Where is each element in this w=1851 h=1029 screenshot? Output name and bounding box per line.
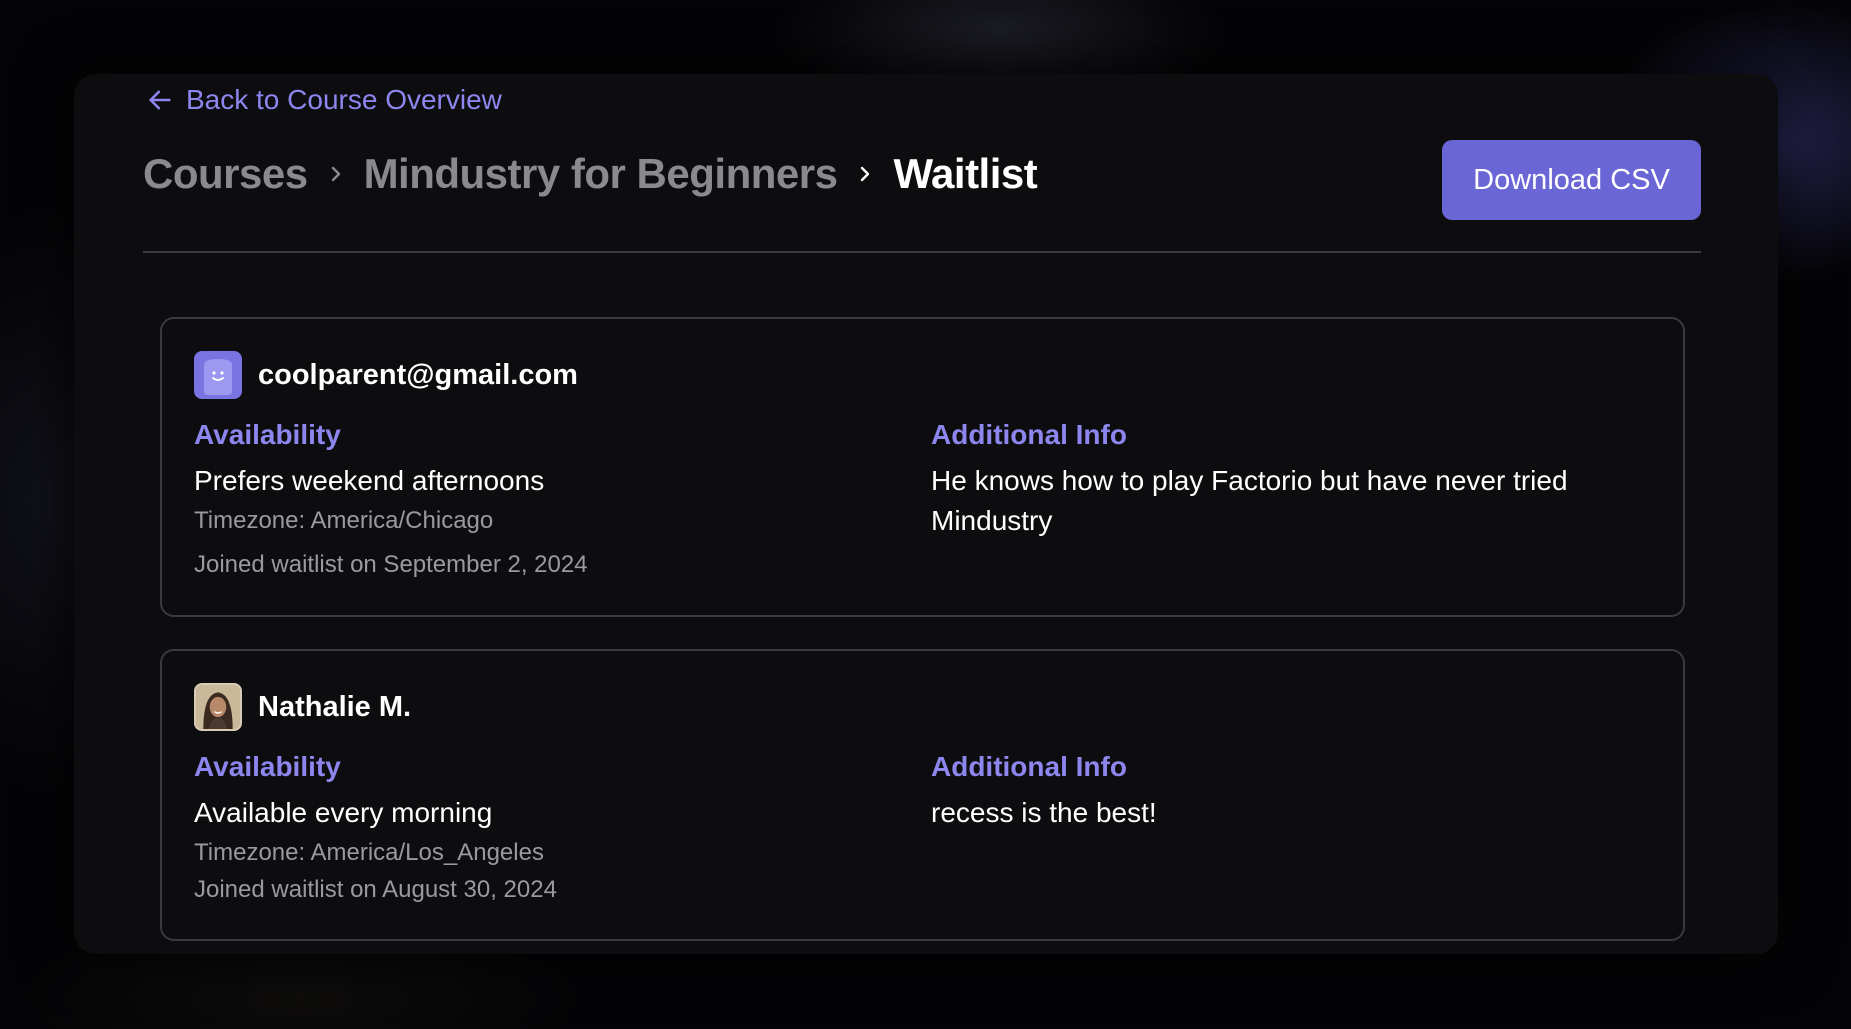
availability-heading: Availability [194, 419, 341, 450]
chevron-right-icon [855, 164, 875, 184]
additional-info-section: Additional Info recess is the best! [931, 751, 1631, 833]
page-title: Waitlist [893, 150, 1038, 197]
arrow-left-icon [149, 90, 171, 110]
waitlist-panel: Back to Course Overview Courses Mindustr… [74, 74, 1778, 954]
waitlist-entry-card: Nathalie M. Availability Available every… [160, 649, 1685, 941]
availability-section: Availability Available every morning Tim… [194, 751, 894, 867]
entry-name: coolparent@gmail.com [258, 358, 578, 391]
breadcrumb: Courses Mindustry for Beginners Waitlist [143, 150, 1038, 198]
chevron-right-icon [326, 164, 346, 184]
additional-info-heading: Additional Info [931, 751, 1127, 782]
additional-info-value: recess is the best! [931, 797, 1157, 828]
smiley-blob-icon [194, 351, 242, 399]
availability-value: Prefers weekend afternoons [194, 465, 545, 496]
additional-info-heading: Additional Info [931, 419, 1127, 450]
additional-info-section: Additional Info He knows how to play Fac… [931, 419, 1631, 541]
joined-date: Joined waitlist on September 2, 2024 [194, 551, 588, 578]
breadcrumb-course[interactable]: Mindustry for Beginners [364, 150, 838, 198]
availability-heading: Availability [194, 751, 341, 782]
timezone-text: Timezone: America/Los_Angeles [194, 839, 544, 866]
download-csv-button[interactable]: Download CSV [1442, 140, 1701, 220]
user-photo-avatar [194, 683, 242, 731]
entry-header: coolparent@gmail.com [194, 351, 578, 399]
back-to-course-link[interactable]: Back to Course Overview [146, 84, 502, 116]
entry-header: Nathalie M. [194, 683, 411, 731]
timezone-text: Timezone: America/Chicago [194, 507, 494, 534]
availability-value: Available every morning [194, 797, 493, 828]
additional-info-value: He knows how to play Factorio but have n… [931, 465, 1568, 536]
waitlist-entry-card: coolparent@gmail.com Availability Prefer… [160, 317, 1685, 617]
entry-name: Nathalie M. [258, 690, 412, 723]
header-divider [143, 251, 1701, 253]
availability-section: Availability Prefers weekend afternoons … [194, 419, 894, 535]
breadcrumb-courses[interactable]: Courses [143, 150, 308, 198]
back-link-label: Back to Course Overview [186, 84, 502, 115]
joined-date: Joined waitlist on August 30, 2024 [194, 876, 557, 903]
